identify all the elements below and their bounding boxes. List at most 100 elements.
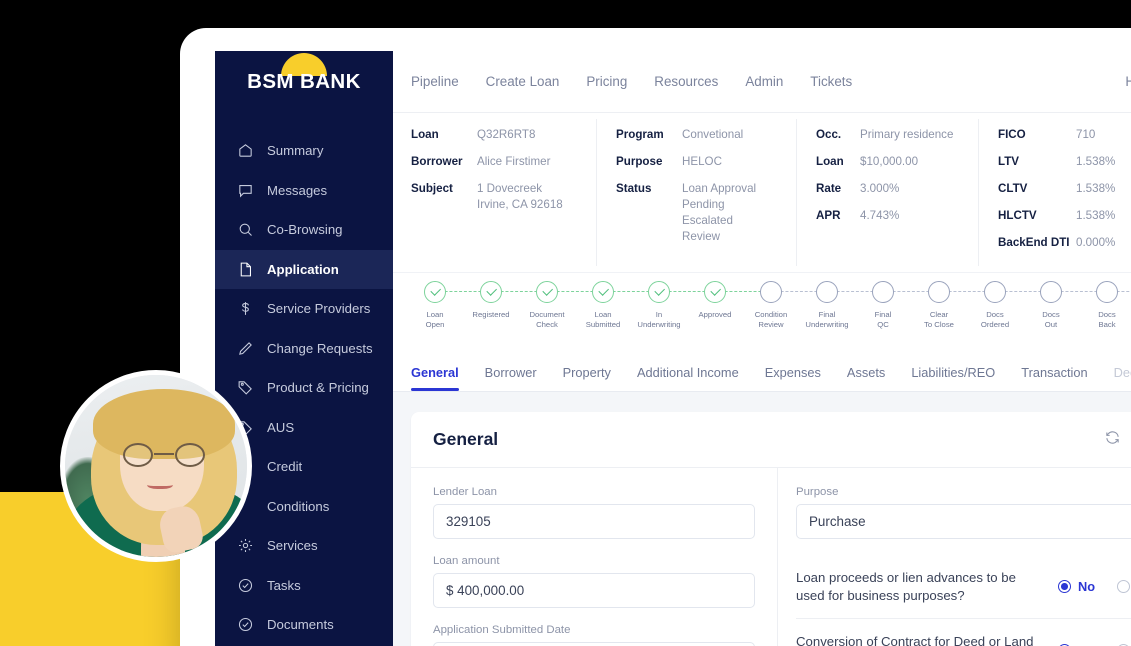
tab-general[interactable]: General bbox=[411, 365, 472, 391]
step-circle-check-icon bbox=[424, 280, 446, 303]
tab-additional-income[interactable]: Additional Income bbox=[624, 365, 752, 391]
info-key: Subject bbox=[411, 181, 453, 195]
step-approved[interactable]: Approved bbox=[687, 280, 771, 320]
info-row: BackEnd DTI 0.000% bbox=[998, 235, 1131, 251]
sidebar-item-tasks[interactable]: Tasks bbox=[215, 566, 393, 606]
form-column-left: Lender Loan 329105 Loan amount $ 400,000… bbox=[411, 467, 778, 646]
loan-amount-input[interactable]: $ 400,000.00 bbox=[433, 572, 755, 608]
step-circle-icon bbox=[928, 280, 950, 303]
tab-transaction[interactable]: Transaction bbox=[1008, 365, 1100, 391]
topnav-tickets[interactable]: Tickets bbox=[810, 74, 852, 89]
info-key: Borrower bbox=[411, 154, 463, 168]
brand-logo: BSM BANK bbox=[215, 51, 393, 113]
tab-property[interactable]: Property bbox=[550, 365, 624, 391]
radio-yes[interactable]: Yes bbox=[1117, 579, 1131, 594]
sidebar-item-label: Application bbox=[267, 261, 339, 277]
tab-expenses[interactable]: Expenses bbox=[752, 365, 834, 391]
sidebar-item-label: Product & Pricing bbox=[267, 380, 369, 396]
application-submitted-date-label: Application Submitted Date bbox=[433, 623, 571, 636]
card-body: Lender Loan 329105 Loan amount $ 400,000… bbox=[411, 467, 1131, 646]
info-key: LTV bbox=[998, 154, 1020, 168]
step-circle-check-icon bbox=[704, 280, 726, 303]
sidebar-item-change-requests[interactable]: Change Requests bbox=[215, 329, 393, 369]
document-icon bbox=[237, 261, 254, 278]
form-column-right: Purpose Purchase Loan proceeds or lien a… bbox=[778, 468, 1131, 646]
sidebar-item-label: Conditions bbox=[267, 498, 330, 514]
application-submitted-date-input[interactable] bbox=[433, 641, 755, 646]
info-row: Status Loan Approval Pending Escalated Re… bbox=[616, 181, 776, 245]
topnav-resources[interactable]: Resources bbox=[654, 74, 718, 89]
stepper-steps: Loan Open Registered Document Check Loan… bbox=[407, 280, 1131, 331]
loan-summary-bar: Loan Q32R6RT8 Borrower Alice Firstimer Sub… bbox=[393, 113, 1131, 272]
sidebar-item-label: Service Providers bbox=[267, 301, 371, 317]
info-key: FICO bbox=[998, 128, 1026, 141]
info-value: 4.743% bbox=[860, 208, 900, 222]
tab-assets[interactable]: Assets bbox=[834, 365, 898, 391]
step-circle-icon bbox=[816, 280, 838, 303]
step-docs-ordered[interactable]: Docs Ordered bbox=[967, 280, 1051, 331]
step-label: Document Check bbox=[529, 309, 565, 330]
topnav-pipeline[interactable]: Pipeline bbox=[411, 74, 459, 89]
step-label: Docs Out bbox=[1042, 309, 1060, 330]
field-purpose: Purpose Purchase bbox=[796, 486, 1131, 539]
step-docs-back[interactable]: Docs Back bbox=[1079, 280, 1131, 331]
step-condition-review[interactable]: Condition Review bbox=[743, 280, 827, 331]
loan-summary-col-1: Loan Q32R6RT8 Borrower Alice Firstimer Sub… bbox=[393, 127, 596, 262]
app-screen: BSM BANK Summary Messages Co-Browsing Ap… bbox=[215, 51, 1131, 646]
step-final-underwriting[interactable]: Final Underwriting bbox=[799, 280, 883, 331]
sidebar-item-co-browsing[interactable]: Co-Browsing bbox=[215, 210, 393, 250]
step-in-underwriting[interactable]: In Underwriting bbox=[631, 280, 715, 331]
check-circle-icon bbox=[237, 616, 254, 633]
loan-summary-col-2: Program Convetional Purpose HELOC Status Lo… bbox=[596, 119, 796, 266]
info-row: Borrower Alice Firstimer bbox=[411, 154, 576, 170]
lender-loan-input[interactable]: 329105 bbox=[433, 503, 755, 539]
info-row: Program Convetional bbox=[616, 127, 776, 143]
purpose-select[interactable]: Purchase bbox=[796, 503, 1131, 539]
sidebar-item-service-providers[interactable]: Service Providers bbox=[215, 289, 393, 329]
step-loan-submitted[interactable]: Loan Submitted bbox=[575, 280, 659, 331]
sidebar-item-label: Services bbox=[267, 538, 318, 554]
tab-borrower[interactable]: Borrower bbox=[472, 365, 550, 391]
topnav-pricing[interactable]: Pricing bbox=[586, 74, 627, 89]
step-label: Clear To Close bbox=[924, 309, 954, 330]
radio-dot-icon bbox=[1117, 580, 1131, 594]
field-loan-amount: Loan amount $ 400,000.00 bbox=[433, 555, 755, 608]
topnav-create-loan[interactable]: Create Loan bbox=[486, 74, 560, 89]
user-greeting[interactable]: Hi Sara bbox=[1125, 74, 1131, 89]
sidebar-item-summary[interactable]: Summary bbox=[215, 131, 393, 171]
step-label: Final Underwriting bbox=[805, 309, 849, 330]
info-key: Status bbox=[616, 181, 652, 195]
sidebar-item-label: Messages bbox=[267, 182, 328, 198]
info-row: LTV 1.538% bbox=[998, 154, 1131, 170]
info-key: APR bbox=[816, 208, 841, 222]
step-registered[interactable]: Registered bbox=[463, 280, 547, 320]
info-row: Occ. Primary residence bbox=[816, 127, 958, 143]
step-document-check[interactable]: Document Check bbox=[519, 280, 603, 331]
step-final-qc[interactable]: Final QC bbox=[855, 280, 939, 331]
top-navigation: Pipeline Create Loan Pricing Resources A… bbox=[393, 51, 1131, 113]
sidebar-item-label: Credit bbox=[267, 459, 303, 475]
brand-name: BSM BANK bbox=[247, 70, 361, 93]
step-loan-open[interactable]: Loan Open bbox=[407, 280, 491, 331]
step-circle-icon bbox=[760, 280, 782, 303]
radio-no[interactable]: No bbox=[1058, 579, 1095, 594]
search-icon bbox=[237, 221, 254, 238]
info-row: Purpose HELOC bbox=[616, 154, 776, 170]
info-key: Rate bbox=[816, 181, 842, 195]
section-tabs: General Borrower Property Additional Inc… bbox=[393, 349, 1131, 392]
device-frame: BSM BANK Summary Messages Co-Browsing Ap… bbox=[180, 28, 1131, 646]
step-circle-check-icon bbox=[648, 280, 670, 303]
sidebar-item-messages[interactable]: Messages bbox=[215, 171, 393, 211]
step-clear-to-close[interactable]: Clear To Close bbox=[911, 280, 995, 331]
tab-declarations[interactable]: Declara bbox=[1101, 365, 1131, 391]
tab-liabilities-reo[interactable]: Liabilities/REO bbox=[898, 365, 1008, 391]
topnav-admin[interactable]: Admin bbox=[745, 74, 783, 89]
step-label: Docs Ordered bbox=[980, 309, 1010, 330]
card-actions bbox=[1104, 429, 1131, 451]
sidebar-item-application[interactable]: Application bbox=[215, 249, 393, 289]
sidebar-item-documents[interactable]: Documents bbox=[215, 605, 393, 645]
step-label: Docs Back bbox=[1098, 309, 1116, 330]
info-key: Purpose bbox=[616, 154, 663, 168]
refresh-icon[interactable] bbox=[1104, 429, 1121, 451]
step-docs-out[interactable]: Docs Out bbox=[1023, 280, 1107, 331]
